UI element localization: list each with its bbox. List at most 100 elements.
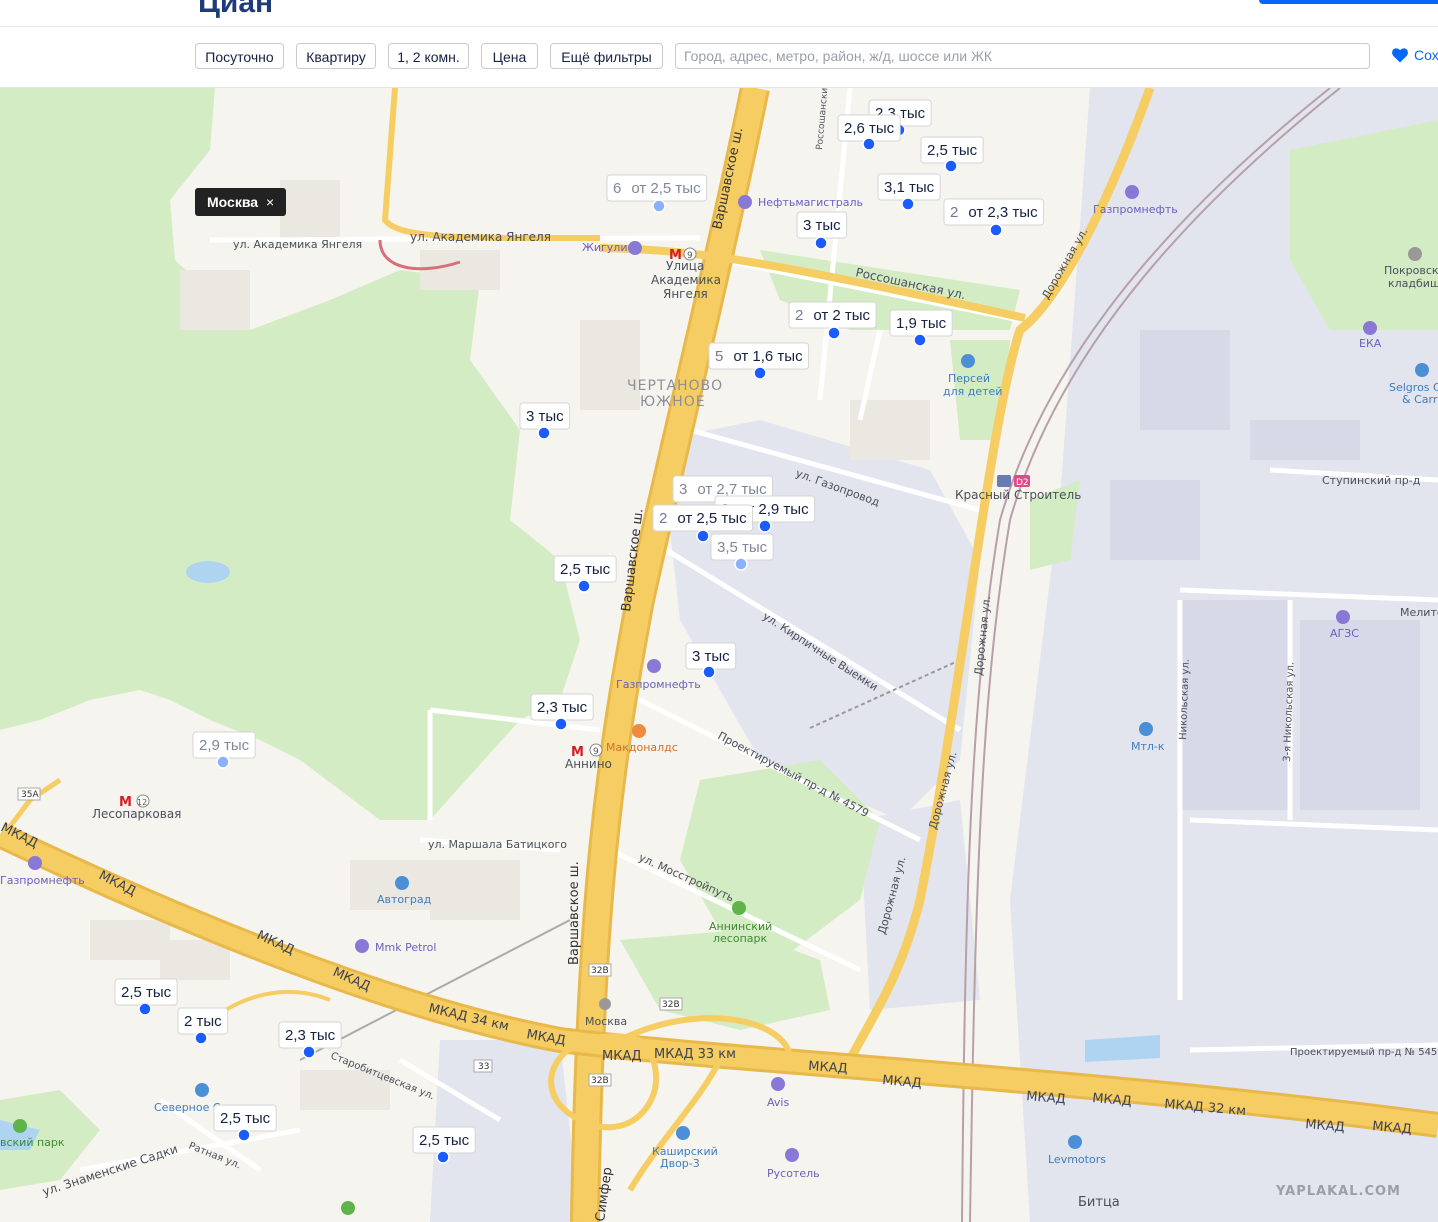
svg-text:ЮЖНОЕ: ЮЖНОЕ (640, 394, 706, 410)
svg-text:Levmotors: Levmotors (1048, 1153, 1106, 1166)
save-search-button[interactable]: Сох (1392, 47, 1438, 63)
svg-text:9: 9 (593, 747, 599, 757)
filter-price[interactable]: Цена (481, 43, 538, 69)
price-marker-price: 2,5 тыс (419, 1132, 470, 1149)
price-marker-dot[interactable] (537, 426, 551, 440)
price-marker-dot[interactable] (577, 579, 591, 593)
price-marker-price: от 2,7 тыс (697, 481, 767, 498)
price-marker-price: 2,5 тыс (121, 984, 172, 1001)
price-marker-dot[interactable] (302, 1045, 316, 1059)
price-marker-dot[interactable] (913, 333, 927, 347)
price-marker-price: 2,5 тыс (220, 1110, 271, 1127)
svg-text:МКАД 33 км: МКАД 33 км (654, 1047, 736, 1062)
monument-icon (599, 998, 611, 1010)
car-service-icon (395, 876, 409, 890)
filter-rooms[interactable]: 1, 2 комн. (388, 43, 469, 69)
filter-bar: Посуточно Квартиру 1, 2 комн. Цена Ещё ф… (0, 27, 1438, 88)
svg-text:Русотель: Русотель (767, 1167, 820, 1180)
gas-station-icon (1363, 321, 1377, 335)
price-marker-dot[interactable] (194, 1031, 208, 1045)
price-marker-dot[interactable] (814, 236, 828, 250)
price-marker-dot[interactable] (652, 199, 666, 213)
svg-text:Лесопарковая: Лесопарковая (92, 807, 181, 821)
price-marker-count: 2 (795, 307, 803, 324)
price-marker-price: 2 тыс (184, 1013, 222, 1030)
price-marker-price: 2,9 тыс (199, 737, 250, 754)
svg-text:Газпромнефть: Газпромнефть (1093, 203, 1178, 216)
price-marker-price: 3 тыс (803, 217, 841, 234)
price-marker-dot[interactable] (237, 1128, 251, 1142)
svg-text:Янгеля: Янгеля (663, 287, 708, 301)
svg-text:D2: D2 (1016, 478, 1029, 488)
region-chip[interactable]: Москва × (195, 188, 287, 216)
shop-icon (961, 354, 975, 368)
gas-station-icon (647, 659, 661, 673)
price-marker-dot[interactable] (862, 137, 876, 151)
price-marker-dot[interactable] (696, 529, 710, 543)
site-logo[interactable]: Циан (198, 0, 273, 20)
close-icon[interactable]: × (266, 194, 274, 210)
svg-text:Avis: Avis (767, 1096, 789, 1109)
svg-text:Москва: Москва (585, 1015, 627, 1028)
gas-station-icon (628, 241, 642, 255)
restaurant-icon (632, 724, 646, 738)
shop-icon (1415, 363, 1429, 377)
svg-text:МКАД: МКАД (602, 1049, 642, 1064)
map-canvas[interactable]: ул. Академика Янгеля ул. Академика Янгел… (0, 88, 1438, 1222)
svg-text:вский парк: вский парк (0, 1136, 65, 1149)
svg-text:32В: 32В (591, 966, 609, 976)
price-marker-price: 2,5 тыс (927, 142, 978, 159)
price-marker-price: от 2,5 тыс (631, 180, 701, 197)
price-marker-dot[interactable] (734, 557, 748, 571)
map-area[interactable]: ул. Академика Янгеля ул. Академика Янгел… (0, 88, 1438, 1222)
filter-daily-rent[interactable]: Посуточно (195, 43, 284, 69)
price-marker-dot[interactable] (138, 1002, 152, 1016)
hotel-icon (785, 1148, 799, 1162)
price-marker-count: 6 (613, 180, 621, 197)
price-marker-dot[interactable] (216, 755, 230, 769)
street-label: Ступинский пр-д (1322, 474, 1421, 487)
svg-text:12: 12 (137, 798, 147, 807)
gas-station-icon (28, 856, 42, 870)
price-marker-dot[interactable] (989, 223, 1003, 237)
svg-text:Покровское: Покровское (1384, 264, 1438, 277)
park-icon (732, 901, 746, 915)
park-icon (341, 1201, 355, 1215)
svg-text:Красный Строитель: Красный Строитель (955, 488, 1081, 502)
price-marker-price: от 2,3 тыс (968, 204, 1038, 221)
price-marker-count: 2 (950, 204, 958, 221)
price-marker-price: от 2 тыс (813, 307, 870, 324)
price-marker-dot[interactable] (944, 159, 958, 173)
svg-text:Северное С: Северное С (154, 1101, 221, 1114)
svg-text:для детей: для детей (943, 385, 1002, 398)
price-marker-dot[interactable] (753, 366, 767, 380)
shop-icon (195, 1083, 209, 1097)
filter-apartment-type[interactable]: Квартиру (296, 43, 376, 69)
svg-text:Автоград: Автоград (377, 893, 432, 906)
svg-text:32В: 32В (662, 1000, 680, 1010)
svg-text:Мтл-к: Мтл-к (1131, 740, 1165, 753)
gas-station-icon (355, 939, 369, 953)
svg-text:Двор-3: Двор-3 (660, 1157, 700, 1170)
price-marker-count: 5 (715, 348, 723, 365)
price-marker-dot[interactable] (436, 1150, 450, 1164)
gas-station-icon (738, 195, 752, 209)
street-label: ул. Академика Янгеля (410, 230, 551, 244)
price-marker-dot[interactable] (901, 197, 915, 211)
svg-text:ЕКА: ЕКА (1359, 337, 1382, 350)
search-input[interactable] (675, 43, 1370, 69)
svg-text:35А: 35А (21, 790, 39, 800)
car-service-icon (1068, 1135, 1082, 1149)
price-marker-price: 1,9 тыс (896, 315, 947, 332)
header-action-button[interactable] (1259, 0, 1438, 4)
price-marker-dot[interactable] (827, 326, 841, 340)
street-label: ул. Маршала Батицкого (428, 838, 567, 851)
price-marker-dot[interactable] (702, 665, 716, 679)
filter-more[interactable]: Ещё фильтры (550, 43, 663, 69)
price-marker-price: 2,3 тыс (537, 699, 588, 716)
svg-text:Mmk Petrol: Mmk Petrol (375, 941, 436, 954)
region-chip-label: Москва (207, 194, 259, 210)
svg-text:лесопарк: лесопарк (713, 932, 767, 945)
price-marker-dot[interactable] (554, 717, 568, 731)
price-marker-dot[interactable] (758, 519, 772, 533)
